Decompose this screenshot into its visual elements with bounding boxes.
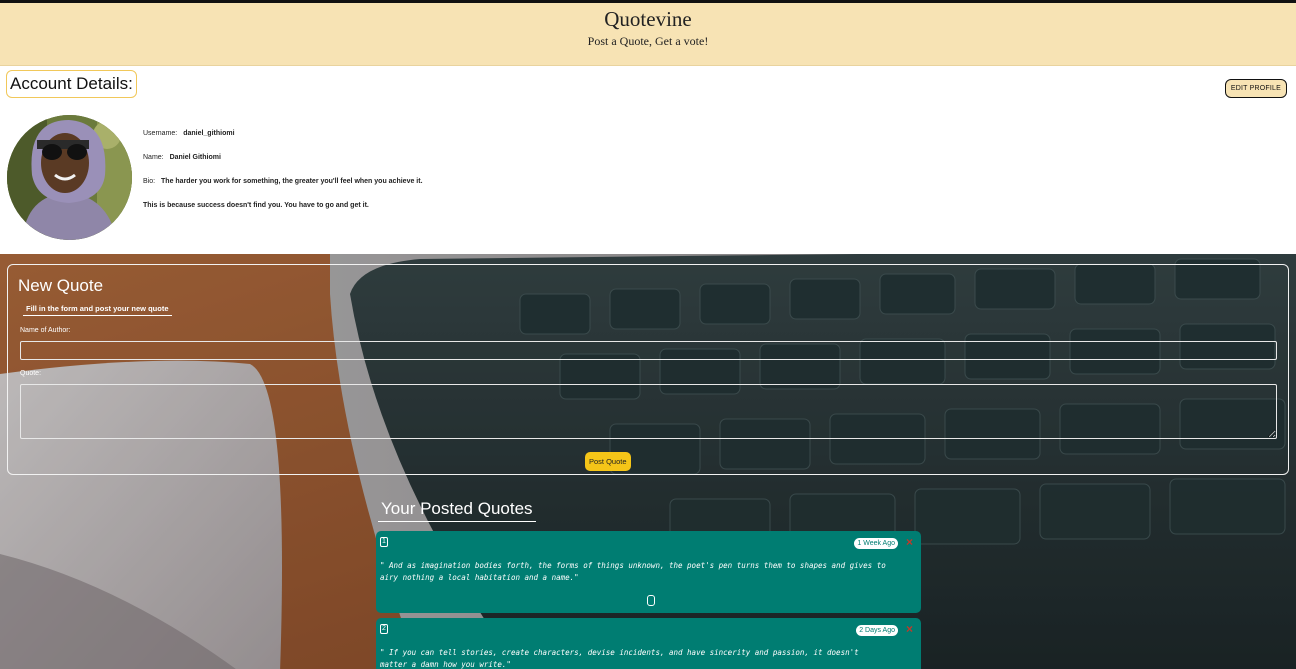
quote-text-line: " And as imagination bodies forth, the f… [380,561,886,570]
quote-number-badge: 1 [380,537,388,547]
bio-value: The harder you work for something, the g… [161,178,423,185]
site-title: Quotevine [604,7,692,31]
quote-label: Quote: [20,370,42,377]
name-row: Name: Daniel Githiomi [143,154,221,161]
quote-text-line: matter a damn how you write." [380,660,511,669]
quote-textarea[interactable] [20,384,1277,439]
site-tagline: Post a Quote, Get a vote! [587,34,709,48]
username-value: daniel_githiomi [183,130,235,137]
content-background: New Quote Fill in the form and post your… [0,254,1296,669]
quote-time-badge: 2 Days Ago [856,625,898,636]
quote-card: 2 2 Days Ago × " If you can tell stories… [376,618,921,669]
bio-label: Bio: [143,178,156,185]
quote-text: " If you can tell stories, create charac… [380,647,918,669]
quote-number-badge: 2 [380,624,388,634]
posted-quotes-title: Your Posted Quotes [378,499,536,522]
avatar [7,115,132,240]
new-quote-title: New Quote [18,276,104,295]
username-label: Username: [143,130,178,137]
bio-row: Bio: The harder you work for something, … [143,178,423,185]
vote-icon[interactable] [647,595,655,606]
account-section: Account Details: EDIT PROFILE Username: … [0,66,1296,251]
author-label: Name of Author: [20,327,71,334]
name-label: Name: [143,154,164,161]
quote-text-line: airy nothing a local habitation and a na… [380,573,579,582]
account-heading: Account Details: [6,70,137,98]
username-row: Username: daniel_githiomi [143,130,235,137]
post-quote-button[interactable]: Post Quote [585,452,631,471]
name-value: Daniel Githiomi [169,154,221,161]
delete-quote-icon[interactable]: × [906,622,913,636]
site-header: Quotevine Post a Quote, Get a vote! [0,3,1296,66]
edit-profile-button[interactable]: EDIT PROFILE [1224,79,1287,98]
avatar-image [7,115,132,240]
delete-quote-icon[interactable]: × [906,535,913,549]
quote-time-badge: 1 Week Ago [854,538,898,549]
quote-text: " And as imagination bodies forth, the f… [380,560,918,584]
quote-card: 1 1 Week Ago × " And as imagination bodi… [376,531,921,613]
bio-line-2: This is because success doesn't find you… [143,202,369,209]
quote-text-line: " If you can tell stories, create charac… [380,648,859,657]
author-input[interactable] [20,341,1277,360]
new-quote-form: New Quote Fill in the form and post your… [7,264,1289,475]
new-quote-subtitle: Fill in the form and post your new quote [23,304,172,316]
